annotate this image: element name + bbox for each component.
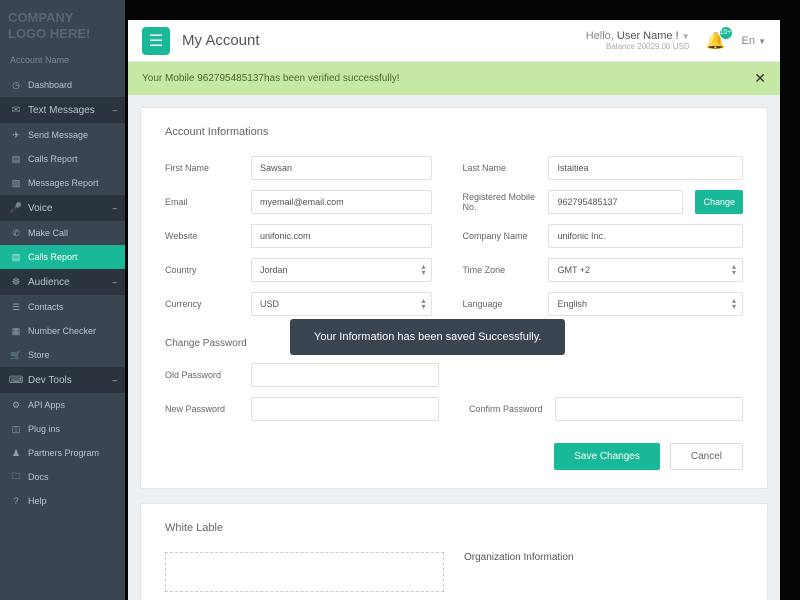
- mobile-label: Registered Mobile No.: [462, 192, 540, 212]
- sidebar-item-number-checker[interactable]: ▦Number Checker: [0, 319, 125, 343]
- sidebar-item-send-message[interactable]: ✈Send Message: [0, 123, 125, 147]
- dashboard-icon: ◷: [10, 79, 22, 91]
- country-label: Country: [165, 265, 243, 275]
- dev-icon: ⌨: [10, 374, 22, 386]
- close-alert-button[interactable]: ✕: [754, 70, 766, 87]
- sidebar-header-audience[interactable]: ☸Audience–: [0, 269, 125, 295]
- old-password-label: Old Password: [165, 370, 243, 380]
- website-label: Website: [165, 231, 243, 241]
- logo-dropzone[interactable]: [165, 552, 444, 592]
- confirm-password-label: Confirm Password: [469, 404, 547, 414]
- save-changes-button[interactable]: Save Changes: [554, 443, 660, 470]
- collapse-icon: –: [113, 106, 117, 115]
- balance-text: Balance 20029.00 USD: [586, 42, 690, 51]
- sidebar-item-help[interactable]: ?Help: [0, 489, 125, 513]
- sidebar-header-voice[interactable]: 🎤Voice–: [0, 195, 125, 221]
- partners-icon: ♟: [10, 447, 22, 459]
- company-input[interactable]: [548, 224, 743, 248]
- chevron-down-icon: ▼: [682, 32, 690, 41]
- currency-select[interactable]: USD▴▾: [251, 292, 432, 316]
- last-name-label: Last Name: [462, 163, 540, 173]
- select-arrows-icon: ▴▾: [421, 298, 425, 309]
- sidebar-item-docs[interactable]: 🗀Docs: [0, 465, 125, 489]
- page-title: My Account: [182, 32, 260, 49]
- success-alert: Your Mobile 962795485137has been verifie…: [128, 62, 780, 95]
- card-title: Account Informations: [165, 126, 743, 138]
- main-panel: ☰ My Account Hello, User Name ! ▼ Balanc…: [128, 20, 780, 600]
- collapse-icon: –: [113, 204, 117, 213]
- contacts-icon: ☰: [10, 301, 22, 313]
- first-name-label: First Name: [165, 163, 243, 173]
- cancel-button[interactable]: Cancel: [670, 443, 743, 470]
- menu-toggle-button[interactable]: ☰: [142, 27, 170, 55]
- report-icon: ▤: [10, 153, 22, 165]
- sidebar-header-text-messages[interactable]: ✉Text Messages–: [0, 97, 125, 123]
- call-icon: ✆: [10, 227, 22, 239]
- change-mobile-button[interactable]: Change: [695, 190, 743, 214]
- send-icon: ✈: [10, 129, 22, 141]
- sidebar: COMPANY LOGO HERE! Account Name ◷Dashboa…: [0, 0, 125, 600]
- last-name-input[interactable]: [548, 156, 743, 180]
- language-select[interactable]: English▴▾: [548, 292, 743, 316]
- report-icon: ▨: [10, 177, 22, 189]
- notification-badge: 10+: [720, 27, 732, 39]
- website-input[interactable]: [251, 224, 432, 248]
- sidebar-item-calls-report-voice[interactable]: ▤Calls Report: [0, 245, 125, 269]
- email-label: Email: [165, 197, 243, 207]
- select-arrows-icon: ▴▾: [732, 298, 736, 309]
- white-label-card: White Lable Organization Information: [140, 503, 768, 600]
- topbar: ☰ My Account Hello, User Name ! ▼ Balanc…: [128, 20, 780, 62]
- user-dropdown[interactable]: Hello, User Name ! ▼ Balance 20029.00 US…: [586, 30, 690, 51]
- timezone-select[interactable]: GMT +2▴▾: [548, 258, 743, 282]
- sidebar-item-store[interactable]: 🛒Store: [0, 343, 125, 367]
- api-icon: ⚙: [10, 399, 22, 411]
- sidebar-item-plugins[interactable]: ◫Plug ins: [0, 417, 125, 441]
- timezone-label: Time Zone: [462, 265, 540, 275]
- sidebar-item-api-apps[interactable]: ⚙API Apps: [0, 393, 125, 417]
- confirm-password-input[interactable]: [555, 397, 743, 421]
- hamburger-icon: ☰: [149, 31, 163, 51]
- checker-icon: ▦: [10, 325, 22, 337]
- select-arrows-icon: ▴▾: [421, 264, 425, 275]
- org-info-title: Organization Information: [464, 552, 743, 563]
- select-arrows-icon: ▴▾: [732, 264, 736, 275]
- first-name-input[interactable]: [251, 156, 432, 180]
- plugin-icon: ◫: [10, 423, 22, 435]
- language-dropdown[interactable]: En ▼: [742, 35, 766, 47]
- old-password-input[interactable]: [251, 363, 439, 387]
- docs-icon: 🗀: [10, 471, 22, 483]
- sidebar-header-dev-tools[interactable]: ⌨Dev Tools–: [0, 367, 125, 393]
- report-icon: ▤: [10, 251, 22, 263]
- sidebar-item-contacts[interactable]: ☰Contacts: [0, 295, 125, 319]
- country-select[interactable]: Jordan▴▾: [251, 258, 432, 282]
- collapse-icon: –: [113, 376, 117, 385]
- new-password-input[interactable]: [251, 397, 439, 421]
- email-input[interactable]: [251, 190, 432, 214]
- card-title: White Lable: [165, 522, 743, 534]
- sidebar-item-partners[interactable]: ♟Partners Program: [0, 441, 125, 465]
- audience-icon: ☸: [10, 276, 22, 288]
- save-success-toast: Your Information has been saved Successf…: [290, 319, 565, 355]
- sms-icon: ✉: [10, 104, 22, 116]
- company-label: Company Name: [462, 231, 540, 241]
- chevron-down-icon: ▼: [758, 37, 766, 46]
- company-logo: COMPANY LOGO HERE!: [0, 0, 125, 51]
- help-icon: ?: [10, 495, 22, 507]
- account-name: Account Name: [0, 51, 125, 73]
- store-icon: 🛒: [10, 349, 22, 361]
- new-password-label: New Password: [165, 404, 243, 414]
- sidebar-item-calls-report[interactable]: ▤Calls Report: [0, 147, 125, 171]
- sidebar-item-dashboard[interactable]: ◷Dashboard: [0, 73, 125, 97]
- mobile-input[interactable]: [548, 190, 683, 214]
- account-info-card: Account Informations First Name Last Nam…: [140, 107, 768, 489]
- collapse-icon: –: [113, 278, 117, 287]
- currency-label: Currency: [165, 299, 243, 309]
- voice-icon: 🎤: [10, 202, 22, 214]
- language-label: Language: [462, 299, 540, 309]
- sidebar-item-messages-report[interactable]: ▨Messages Report: [0, 171, 125, 195]
- sidebar-item-make-call[interactable]: ✆Make Call: [0, 221, 125, 245]
- notifications-button[interactable]: 🔔 10+: [706, 31, 726, 51]
